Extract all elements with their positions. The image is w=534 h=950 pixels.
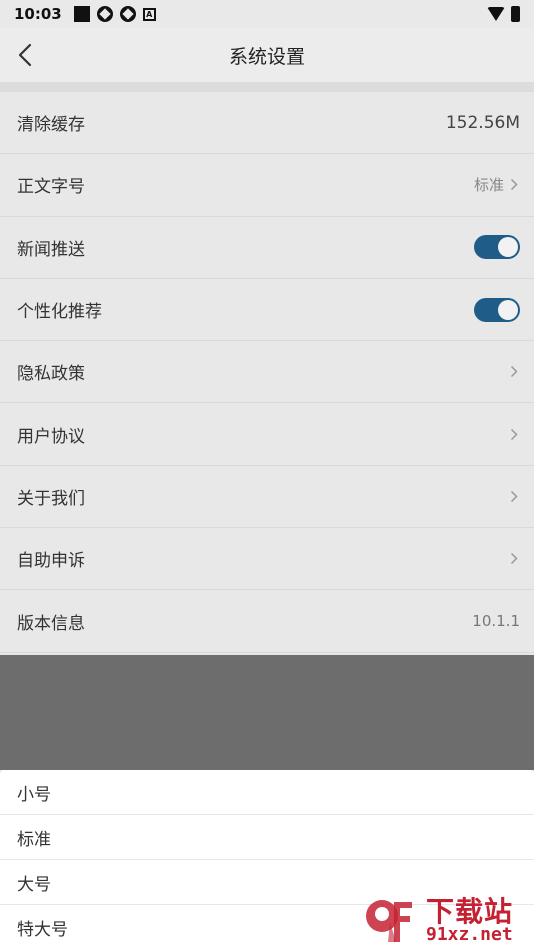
setting-personalized: 个性化推荐 [0, 279, 534, 342]
setting-label: 清除缓存 [17, 115, 85, 136]
setting-appeal[interactable]: 自助申诉 [0, 528, 534, 591]
font-size-sheet: 小号 标准 大号 特大号 下载站 91xz.net [0, 770, 534, 950]
nav-bar: 系统设置 [0, 28, 534, 82]
setting-agreement[interactable]: 用户协议 [0, 403, 534, 466]
font-option-small[interactable]: 小号 [0, 770, 534, 815]
battery-icon [511, 6, 520, 22]
setting-label: 关于我们 [17, 488, 85, 509]
back-button[interactable] [8, 38, 42, 72]
setting-clear-cache[interactable]: 清除缓存 152.56M [0, 92, 534, 155]
setting-label: 自助申诉 [17, 551, 85, 572]
chevron-left-icon [18, 43, 32, 67]
chevron-right-icon [508, 427, 520, 441]
toggle-knob [498, 237, 518, 258]
setting-label: 个性化推荐 [17, 302, 102, 323]
settings-list: 清除缓存 152.56M 正文字号 标准 新闻推送 个性化推荐 隐私政策 用户协… [0, 92, 534, 653]
wifi-icon [487, 7, 505, 21]
status-system-icons [487, 6, 520, 22]
status-notification-icons: A [73, 6, 156, 22]
personalized-toggle[interactable] [474, 297, 520, 322]
font-size-value: 标准 [473, 176, 504, 195]
watermark-logo-icon [366, 900, 412, 942]
setting-version: 版本信息 10.1.1 [0, 590, 534, 653]
setting-label: 正文字号 [17, 177, 85, 198]
status-time: 10:03 [14, 5, 62, 23]
setting-label: 版本信息 [17, 613, 85, 634]
watermark: 下载站 91xz.net [360, 890, 530, 948]
chevron-right-icon [508, 365, 520, 379]
setting-news-push: 新闻推送 [0, 217, 534, 279]
font-option-standard[interactable]: 标准 [0, 815, 534, 860]
chevron-right-icon [508, 178, 520, 192]
header-divider [0, 82, 534, 92]
setting-label: 隐私政策 [17, 364, 85, 385]
notification-app-icon-2 [119, 6, 136, 22]
notification-a-icon: A [142, 7, 156, 21]
watermark-domain: 91xz.net [426, 924, 513, 945]
toggle-knob [498, 299, 518, 320]
cache-size-value: 152.56M [445, 112, 520, 133]
chevron-right-icon [508, 489, 520, 503]
setting-privacy[interactable]: 隐私政策 [0, 341, 534, 404]
setting-about[interactable]: 关于我们 [0, 466, 534, 529]
page-title: 系统设置 [228, 45, 305, 68]
setting-label: 新闻推送 [17, 239, 85, 260]
modal-backdrop[interactable] [0, 655, 534, 770]
notification-square-icon [73, 6, 90, 22]
setting-label: 用户协议 [17, 426, 85, 447]
notification-app-icon [96, 6, 113, 22]
version-value: 10.1.1 [472, 612, 520, 631]
status-bar: 10:03 A [0, 0, 534, 28]
setting-font-size[interactable]: 正文字号 标准 [0, 154, 534, 217]
news-push-toggle[interactable] [474, 235, 520, 260]
chevron-right-icon [508, 552, 520, 566]
